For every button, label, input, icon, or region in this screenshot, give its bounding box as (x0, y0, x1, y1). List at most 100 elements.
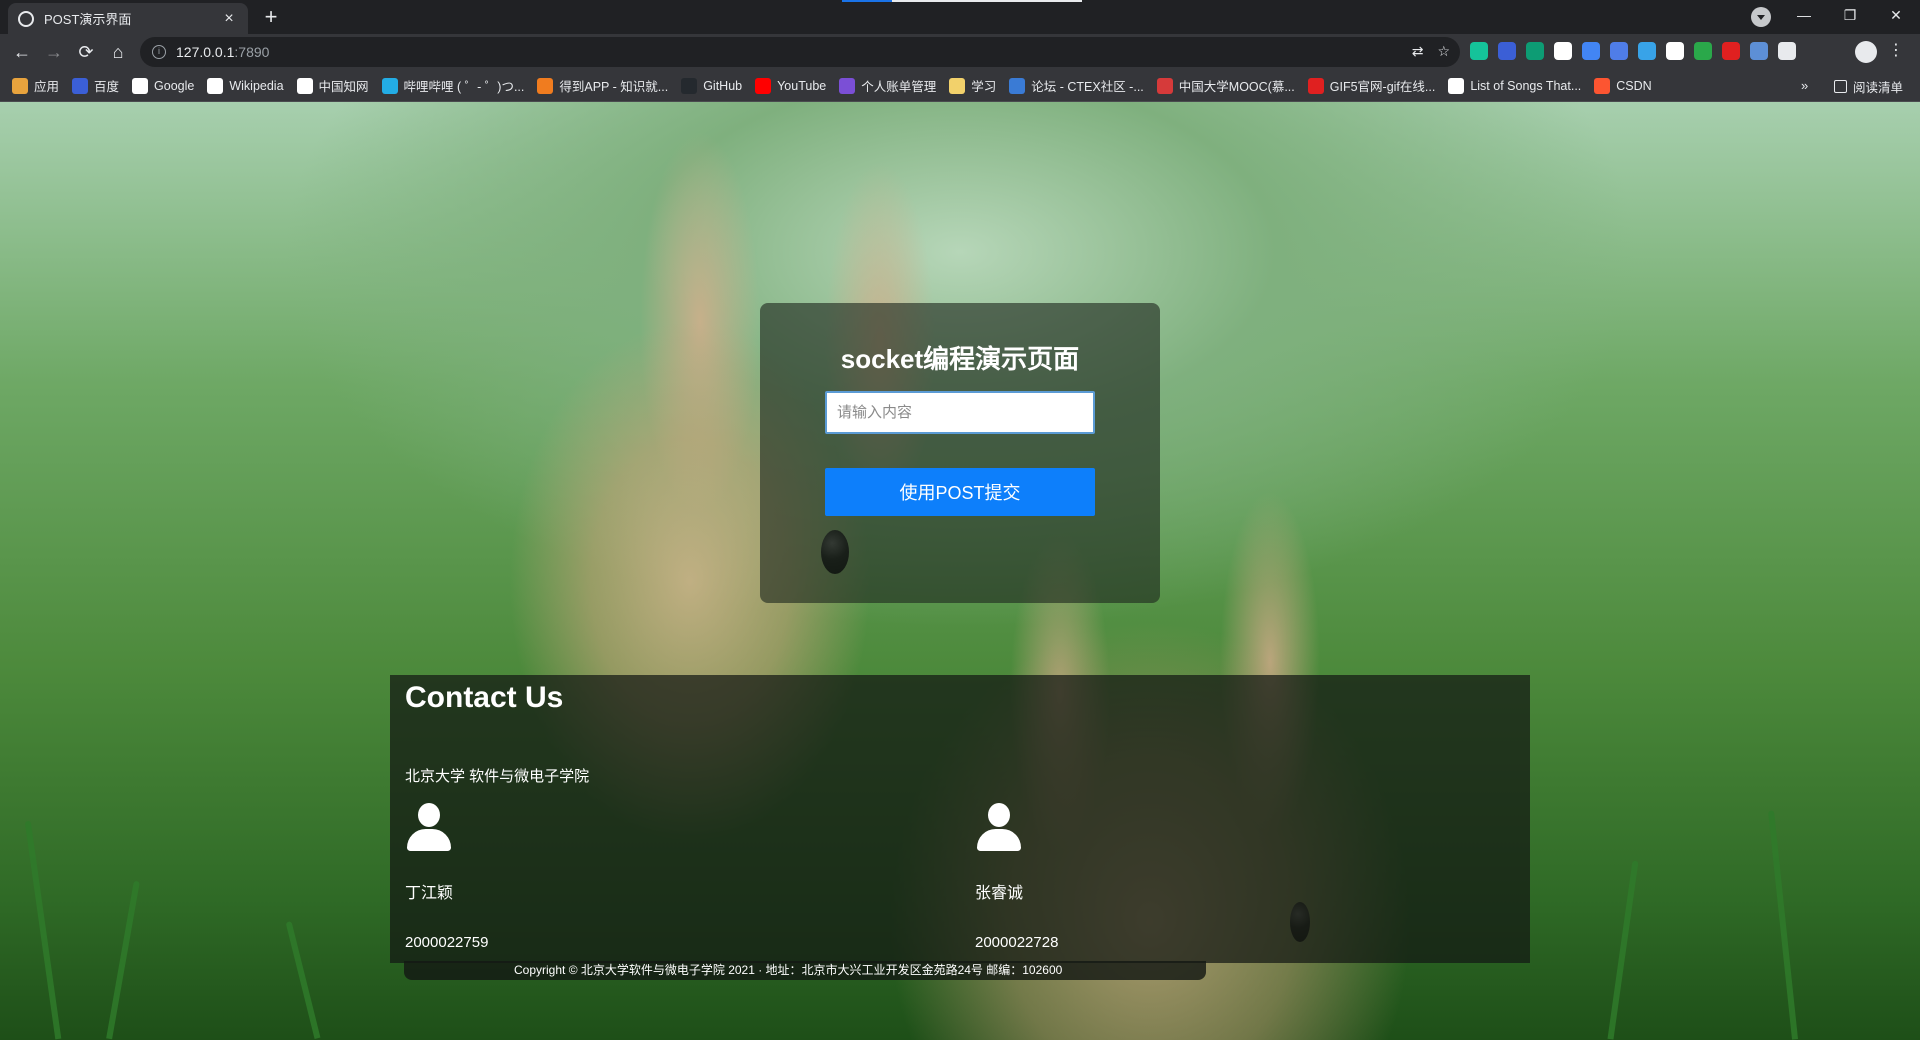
bookmark-favicon-icon (1009, 77, 1026, 94)
bookmark-label: 个人账单管理 (861, 80, 937, 94)
minimize-button[interactable]: — (1781, 0, 1827, 30)
extension-icon[interactable] (1638, 42, 1656, 60)
bookmark-label: Wikipedia (229, 78, 284, 93)
bookmark-item[interactable]: List of Songs That... (1448, 77, 1582, 94)
extension-icon[interactable] (1694, 42, 1712, 60)
school-name: 北京大学 软件与微电子学院 (405, 768, 590, 785)
bookmark-item[interactable]: 百度 (72, 76, 119, 95)
person-name: 张睿诚 (975, 885, 1024, 902)
tab-strip: POST演示界面 × + — ❐ ✕ (0, 0, 1920, 34)
bookmark-favicon-icon (1156, 77, 1173, 94)
grass-decoration (106, 880, 140, 1040)
bookmark-item[interactable]: YouTube (755, 77, 827, 94)
bookmark-favicon-icon (296, 77, 313, 94)
bookmark-favicon-icon (12, 77, 28, 94)
close-window-button[interactable]: ✕ (1873, 0, 1919, 30)
maximize-button[interactable]: ❐ (1827, 0, 1873, 30)
bookmark-label: CSDN (1616, 78, 1652, 93)
contact-title: Contact Us (405, 681, 564, 714)
home-button[interactable]: ⌂ (104, 38, 132, 66)
person-name: 丁江颖 (405, 885, 454, 902)
bookmark-favicon-icon (681, 77, 698, 94)
active-tab[interactable]: POST演示界面 × (8, 3, 248, 34)
grass-decoration (285, 921, 321, 1039)
content-input[interactable] (825, 391, 1095, 434)
copyright-footer: Copyright © 北京大学软件与微电子学院 2021 · 地址：北京市大兴… (404, 961, 1206, 980)
bookmark-item[interactable]: Google (132, 77, 194, 94)
contact-person: 张睿诚 2000022728 (975, 803, 1275, 951)
github-favicon-icon (18, 10, 34, 27)
bookmark-label: 得到APP - 知识就... (559, 80, 669, 94)
post-submit-button[interactable]: 使用POST提交 (825, 468, 1095, 516)
profile-avatar-icon[interactable] (1855, 41, 1877, 63)
bookmark-item[interactable]: 中国知网 (296, 76, 369, 95)
bookmark-label: 中国大学MOOC(慕... (1178, 80, 1295, 94)
extension-icon[interactable] (1666, 42, 1684, 60)
bookmark-star-icon[interactable]: ☆ (1437, 43, 1450, 60)
bookmark-label: GIF5官网-gif在线... (1329, 80, 1436, 94)
url-port: :7890 (234, 44, 270, 60)
person-id: 2000022728 (975, 934, 1059, 951)
person-id: 2000022759 (405, 934, 489, 951)
bookmark-favicon-icon (72, 77, 89, 94)
bookmark-label: 应用 (34, 80, 60, 94)
bookmark-item[interactable]: GIF5官网-gif在线... (1307, 76, 1436, 95)
bookmark-item[interactable]: 学习 (949, 76, 996, 95)
extension-icon[interactable] (1610, 42, 1628, 60)
tab-close-icon[interactable]: × (220, 10, 238, 28)
reading-list-icon (1834, 80, 1847, 93)
bookmark-item[interactable]: 个人账单管理 (839, 76, 936, 95)
bookmark-favicon-icon (839, 77, 856, 94)
bookmark-label: 学习 (971, 80, 997, 94)
login-card: socket编程演示页面 使用POST提交 (760, 303, 1160, 603)
extension-icon[interactable] (1778, 42, 1796, 60)
browser-toolbar: ← → ⟳ ⌂ i 127.0.0.1:7890 ⇄ ☆ ⋮ (0, 34, 1920, 70)
bookmark-label: 中国知网 (318, 80, 369, 94)
translate-icon[interactable]: ⇄ (1412, 43, 1424, 60)
url-host: 127.0.0.1 (176, 44, 235, 60)
bookmark-item[interactable]: 得到APP - 知识就... (537, 76, 668, 95)
bookmark-label: List of Songs That... (1470, 78, 1582, 93)
bookmark-label: 哔哩哔哩 ( ゜- ゜)つ... (403, 80, 525, 94)
grass-decoration (1607, 860, 1639, 1040)
bookmarks-overflow-button[interactable]: » (1801, 78, 1808, 93)
site-info-icon[interactable]: i (152, 45, 166, 59)
grass-decoration (24, 820, 62, 1040)
reading-list-button[interactable]: 阅读清单 (1834, 77, 1903, 96)
reload-button[interactable]: ⟳ (72, 38, 100, 66)
page-background: socket编程演示页面 使用POST提交 Contact Us 北京大学 软件… (0, 102, 1920, 1040)
extension-icon[interactable] (1526, 42, 1544, 60)
bookmark-item[interactable]: 应用 (12, 76, 59, 95)
bookmark-favicon-icon (1594, 77, 1611, 94)
new-tab-button[interactable]: + (258, 4, 284, 30)
extension-icon[interactable] (1722, 42, 1740, 60)
bookmark-label: YouTube (777, 78, 827, 93)
extensions-row (1470, 42, 1796, 60)
extension-icon[interactable] (1498, 42, 1516, 60)
forward-button[interactable]: → (40, 38, 68, 66)
page-title: socket编程演示页面 (840, 344, 1080, 374)
reading-list-label: 阅读清单 (1853, 81, 1904, 95)
bookmark-favicon-icon (1307, 77, 1324, 94)
browser-menu-icon[interactable]: ⋮ (1888, 40, 1904, 60)
bookmark-favicon-icon (381, 77, 398, 94)
bookmark-item[interactable]: CSDN (1594, 77, 1652, 94)
bookmark-favicon-icon (132, 77, 149, 94)
extension-icon[interactable] (1750, 42, 1768, 60)
extension-icon[interactable] (1470, 42, 1488, 60)
tab-search-icon[interactable] (1751, 7, 1771, 27)
bookmark-item[interactable]: GitHub (681, 77, 743, 94)
bookmark-item[interactable]: Wikipedia (207, 77, 284, 94)
bookmark-item[interactable]: 论坛 - CTEX社区 -... (1009, 76, 1144, 95)
address-bar[interactable]: i 127.0.0.1:7890 ⇄ ☆ (140, 37, 1460, 67)
extension-icon[interactable] (1554, 42, 1572, 60)
bookmark-item[interactable]: 哔哩哔哩 ( ゜- ゜)つ... (381, 76, 525, 95)
bookmark-label: 百度 (94, 80, 120, 94)
back-button[interactable]: ← (8, 38, 36, 66)
bookmark-item[interactable]: 中国大学MOOC(慕... (1156, 76, 1295, 95)
contact-person: 丁江颖 2000022759 (405, 803, 705, 951)
bookmark-favicon-icon (1448, 77, 1465, 94)
extension-icon[interactable] (1582, 42, 1600, 60)
bookmark-label: GitHub (703, 78, 743, 93)
contact-section: Contact Us 北京大学 软件与微电子学院 丁江颖 2000022759 … (390, 675, 1530, 963)
